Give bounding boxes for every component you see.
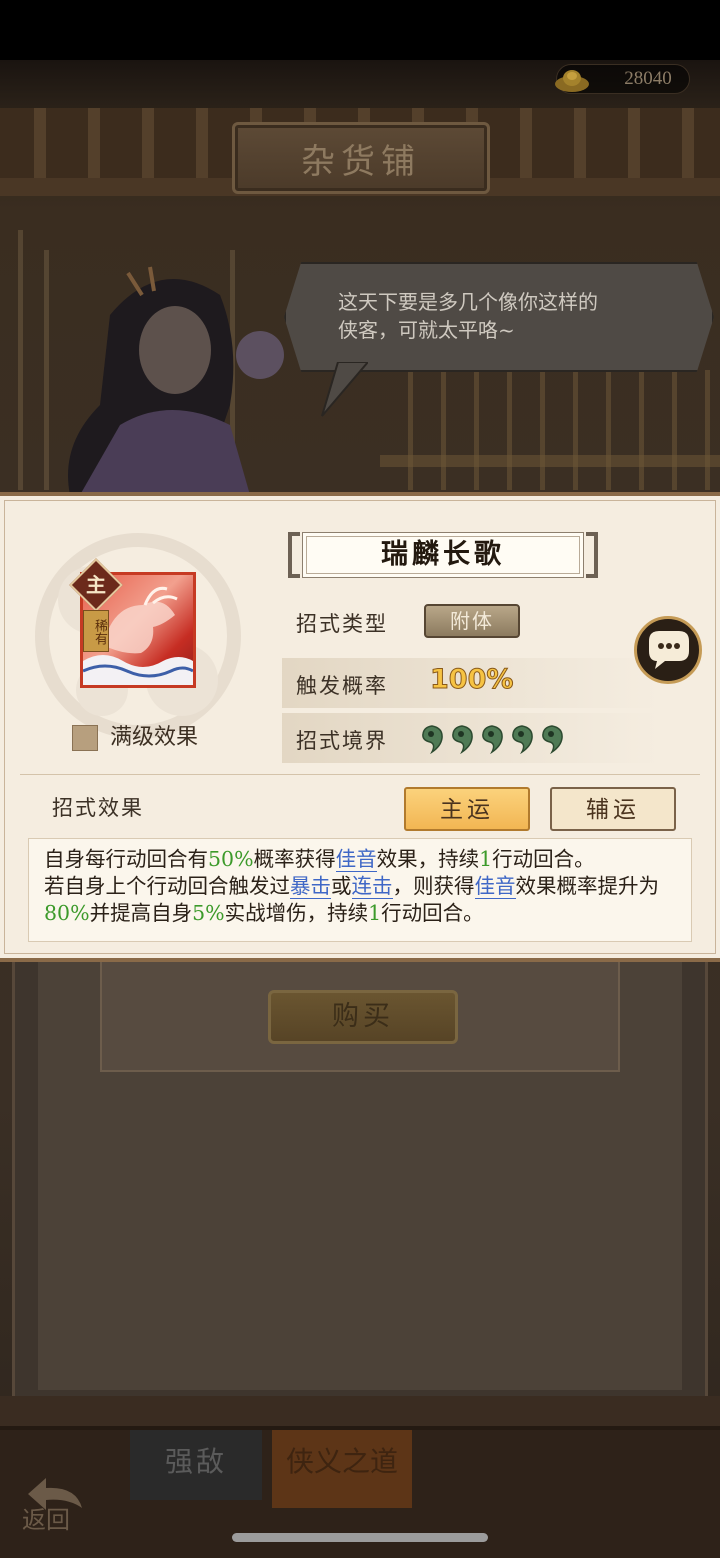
shop-title: 杂货铺 (301, 141, 421, 182)
keyword-link[interactable]: 佳音 (335, 847, 377, 872)
highlight-value: 80% (44, 901, 90, 925)
skill-realm-label: 招式境界 (296, 729, 388, 753)
gold-ingot-icon (555, 70, 589, 92)
chat-button[interactable] (634, 616, 702, 684)
skill-type-tag: 附体 (424, 604, 520, 638)
jade-icon (422, 725, 443, 754)
jade-icon (452, 725, 473, 754)
keyword-link[interactable]: 暴击 (290, 874, 331, 899)
chat-bubble-icon (649, 631, 689, 669)
buy-button[interactable]: 购买 (268, 990, 458, 1044)
rarity-badge: 稀有 (83, 610, 109, 652)
description-text: 实战增伤，持续 (224, 901, 369, 925)
keyword-link[interactable]: 连击 (351, 874, 393, 899)
description-text: 若自身上个行动回合触发过 (44, 874, 290, 898)
keyword-link[interactable]: 佳音 (474, 874, 516, 899)
highlight-value: 50% (208, 847, 254, 871)
skill-description: 自身每行动回合有50%概率获得佳音效果，持续1行动回合。 若自身上个行动回合触发过… (44, 846, 684, 927)
trigger-chance-value: 100% (429, 664, 514, 696)
description-text: ，则获得 (392, 874, 475, 898)
weapon-shelf (380, 370, 720, 490)
shopkeeper-character (68, 266, 284, 495)
max-level-checkbox[interactable] (72, 725, 98, 751)
npc-quote-line: 这天下要是多几个像你这样的 (338, 290, 598, 314)
description-text: 或 (331, 874, 352, 898)
description-text: 并提高自身 (89, 901, 193, 925)
jade-icon (512, 725, 533, 754)
currency-amount: 28040 (624, 68, 672, 89)
tab-strong-enemy[interactable]: 强敌 (130, 1430, 262, 1500)
home-indicator[interactable] (232, 1533, 488, 1542)
jade-icon (482, 725, 503, 754)
status-bar (0, 0, 720, 60)
trigger-chance-label: 触发概率 (296, 674, 388, 698)
skill-effect-label: 招式效果 (52, 796, 144, 820)
npc-quote: 这天下要是多几个像你这样的 侠客，可就太平咯~ (338, 288, 678, 344)
skill-realm-jades (420, 722, 570, 756)
tab-chivalry-path[interactable]: 侠义之道 (272, 1430, 412, 1508)
tab-main-skill[interactable]: 主运 (404, 787, 530, 831)
skill-type-label: 招式类型 (296, 612, 388, 636)
npc-quote-line: 侠客，可就太平咯~ (338, 318, 515, 342)
description-text: 概率获得 (253, 847, 336, 871)
highlight-value: 5% (192, 901, 225, 925)
back-label: 返回 (22, 1506, 70, 1534)
shop-sign: 杂货铺 (232, 122, 490, 194)
back-button[interactable]: 返回 (20, 1472, 90, 1536)
max-level-label: 满级效果 (110, 725, 199, 750)
skill-name: 瑞麟长歌 (381, 539, 505, 570)
floor-ledge (0, 1396, 720, 1430)
description-text: 效果概率提升为 (515, 874, 660, 898)
highlight-value: 1 (368, 901, 382, 925)
tab-aux-skill[interactable]: 辅运 (550, 787, 676, 831)
highlight-value: 1 (479, 847, 493, 871)
jade-icon (542, 725, 563, 754)
speech-bubble-tail (321, 362, 368, 417)
weapon-rack-spear (44, 250, 49, 490)
description-text: 行动回合。 (492, 847, 595, 871)
main-skill-badge-label: 主 (86, 573, 106, 597)
popup-divider (20, 774, 700, 775)
description-text: 行动回合。 (381, 901, 484, 925)
weapon-shelf-bar (380, 455, 720, 467)
description-text: 效果，持续 (376, 847, 480, 871)
weapon-rack-spear (18, 230, 23, 490)
description-text: 自身每行动回合有 (44, 847, 208, 871)
